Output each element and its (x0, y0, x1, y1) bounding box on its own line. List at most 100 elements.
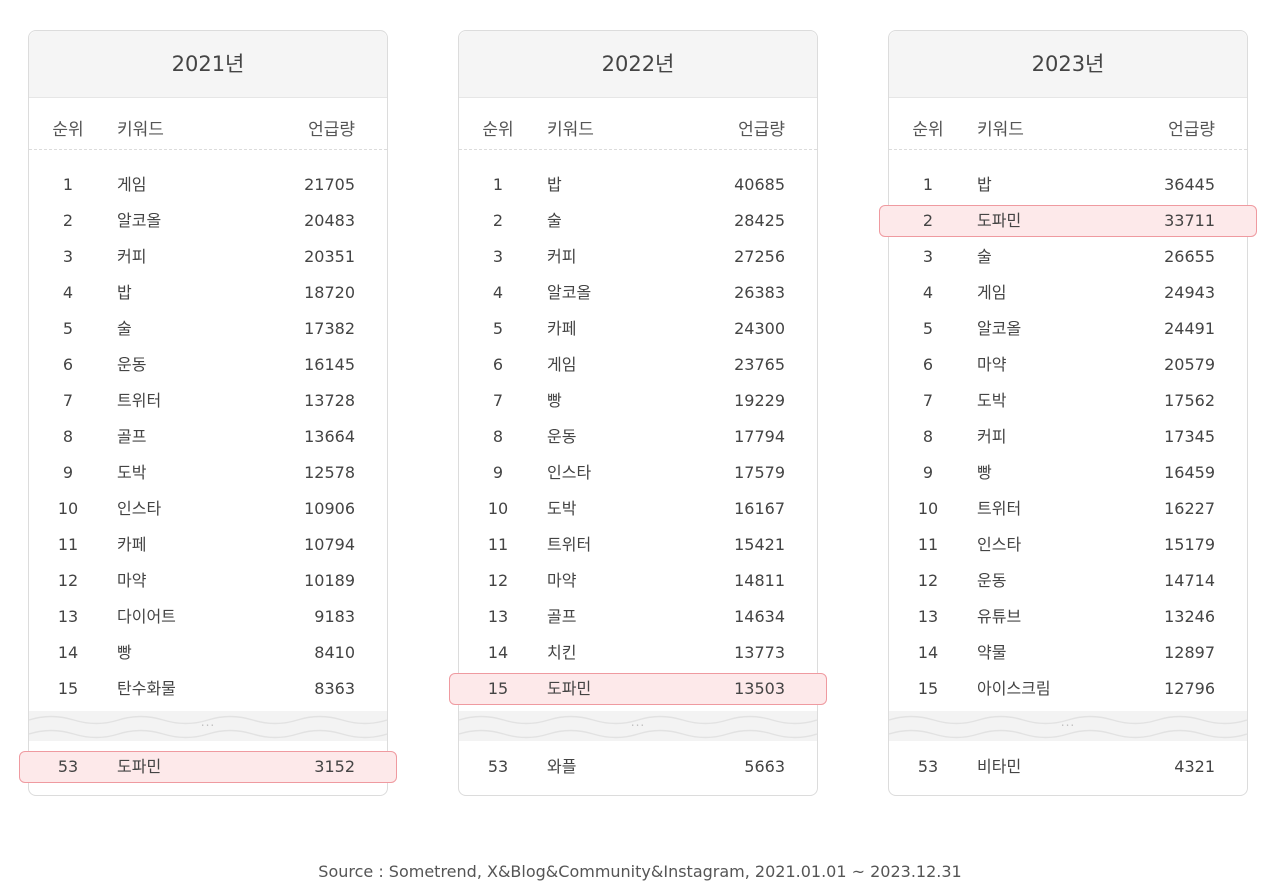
row-count: 5663 (744, 757, 785, 776)
count-header: 언급량 (1168, 120, 1215, 140)
table-row: 13 유튜브 13246 (889, 599, 1247, 635)
row-keyword: 마약 (547, 571, 577, 590)
row-keyword: 카페 (117, 535, 147, 554)
row-rank: 5 (62, 319, 74, 338)
table-row: 3 술 26655 (889, 239, 1247, 275)
row-rank: 9 (922, 463, 934, 482)
header-divider (29, 149, 387, 150)
omitted-rows-gap: ... (29, 711, 387, 741)
table-row: 11 트위터 15421 (459, 527, 817, 563)
count-header: 언급량 (738, 120, 785, 140)
row-rank: 13 (917, 607, 939, 626)
row-rank: 4 (922, 283, 934, 302)
row-count: 24300 (734, 319, 785, 338)
row-keyword: 카페 (547, 319, 577, 338)
row-rank: 9 (62, 463, 74, 482)
row-rank: 14 (917, 643, 939, 662)
ranking-list: 1 밥 36445 2 도파민 33711 3 술 26655 4 게임 249… (879, 167, 1257, 707)
row-rank: 8 (492, 427, 504, 446)
table-row: 11 인스타 15179 (889, 527, 1247, 563)
row-rank: 3 (922, 247, 934, 266)
ranking-card: 2021년 순위 키워드 언급량 1 게임 21705 2 알코올 20483 … (19, 30, 397, 796)
row-count: 26655 (1164, 247, 1215, 266)
row-count: 18720 (304, 283, 355, 302)
row-keyword: 술 (977, 247, 992, 266)
ranking-card: 2023년 순위 키워드 언급량 1 밥 36445 2 도파민 33711 3… (879, 30, 1257, 796)
table-row-last: 53 비타민 4321 (889, 749, 1247, 785)
ellipsis: ... (1060, 715, 1076, 729)
row-rank: 12 (57, 571, 79, 590)
table-row: 5 알코올 24491 (889, 311, 1247, 347)
row-keyword: 커피 (977, 427, 1007, 446)
ranking-list: 1 밥 40685 2 술 28425 3 커피 27256 4 알코올 263… (449, 167, 827, 707)
row-keyword: 도박 (977, 391, 1007, 410)
table-row: 13 골프 14634 (459, 599, 817, 635)
row-rank: 15 (487, 679, 509, 698)
row-rank: 2 (492, 211, 504, 230)
row-rank: 2 (922, 211, 934, 230)
table-row: 15 도파민 13503 (449, 671, 827, 707)
row-rank: 4 (492, 283, 504, 302)
column-header: 순위 키워드 언급량 (459, 107, 817, 147)
row-count: 36445 (1164, 175, 1215, 194)
keyword-header: 키워드 (977, 120, 1024, 140)
table-row: 1 밥 40685 (459, 167, 817, 203)
table-row-last: 53 도파민 3152 (19, 749, 397, 785)
row-count: 20579 (1164, 355, 1215, 374)
count-header: 언급량 (308, 120, 355, 140)
row-count: 12796 (1164, 679, 1215, 698)
row-count: 20483 (304, 211, 355, 230)
row-rank: 13 (487, 607, 509, 626)
table-row: 1 게임 21705 (29, 167, 387, 203)
row-rank: 7 (492, 391, 504, 410)
row-rank: 3 (62, 247, 74, 266)
row-keyword: 운동 (977, 571, 1007, 590)
table-row: 4 알코올 26383 (459, 275, 817, 311)
row-count: 24943 (1164, 283, 1215, 302)
table-row: 3 커피 20351 (29, 239, 387, 275)
header-divider (889, 149, 1247, 150)
row-rank: 6 (492, 355, 504, 374)
row-keyword: 도파민 (547, 679, 592, 698)
row-keyword: 운동 (117, 355, 147, 374)
row-count: 19229 (734, 391, 785, 410)
row-count: 33711 (1164, 211, 1215, 230)
row-count: 8363 (314, 679, 355, 698)
rank-header: 순위 (482, 120, 514, 140)
row-count: 24491 (1164, 319, 1215, 338)
row-count: 13664 (304, 427, 355, 446)
table-row: 10 인스타 10906 (29, 491, 387, 527)
row-rank: 10 (57, 499, 79, 518)
row-count: 12578 (304, 463, 355, 482)
row-rank: 15 (917, 679, 939, 698)
row-count: 27256 (734, 247, 785, 266)
card-year-title: 2023년 (889, 31, 1247, 98)
row-keyword: 약물 (977, 643, 1007, 662)
row-count: 13773 (734, 643, 785, 662)
table-row: 10 트위터 16227 (889, 491, 1247, 527)
row-rank: 12 (487, 571, 509, 590)
row-rank: 2 (62, 211, 74, 230)
row-keyword: 빵 (547, 391, 562, 410)
row-rank: 11 (487, 535, 509, 554)
row-count: 10189 (304, 571, 355, 590)
row-rank: 11 (57, 535, 79, 554)
row-rank: 53 (487, 757, 509, 776)
row-keyword: 밥 (547, 175, 562, 194)
table-row: 8 운동 17794 (459, 419, 817, 455)
row-keyword: 트위터 (117, 391, 162, 410)
row-count: 23765 (734, 355, 785, 374)
row-keyword: 알코올 (547, 283, 592, 302)
row-count: 28425 (734, 211, 785, 230)
row-rank: 1 (492, 175, 504, 194)
row-keyword: 아이스크림 (977, 679, 1051, 698)
table-row: 8 커피 17345 (889, 419, 1247, 455)
table-row: 9 인스타 17579 (459, 455, 817, 491)
table-row: 5 술 17382 (29, 311, 387, 347)
row-keyword: 다이어트 (117, 607, 176, 626)
row-keyword: 알코올 (977, 319, 1022, 338)
row-keyword: 골프 (547, 607, 577, 626)
row-count: 3152 (314, 757, 355, 776)
column-header: 순위 키워드 언급량 (889, 107, 1247, 147)
row-count: 13728 (304, 391, 355, 410)
